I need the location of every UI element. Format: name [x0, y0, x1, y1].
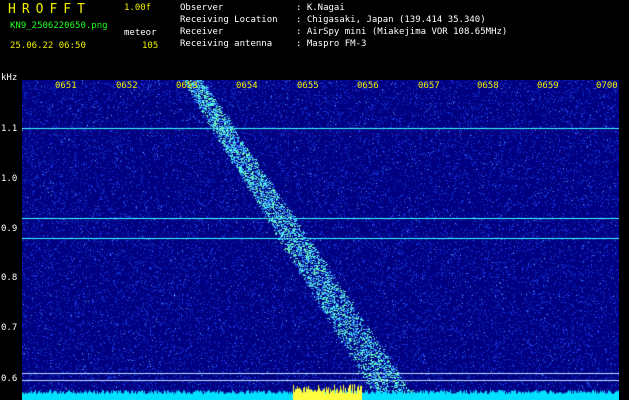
x-tick: 0653	[176, 81, 198, 91]
antenna-label: Receiving antenna	[180, 39, 273, 49]
location-label: Receiving Location	[180, 15, 278, 25]
x-tick: 0656	[357, 81, 379, 91]
x-tick: 0658	[477, 81, 499, 91]
filename-label: KN9_2506220650.png	[10, 21, 108, 31]
y-tick: 1.0	[1, 174, 18, 184]
y-tick: 0.6	[1, 374, 18, 384]
spectrogram-plot	[22, 80, 619, 400]
antenna-value: : Maspro FM-3	[296, 39, 367, 49]
y-tick: 1.1	[1, 124, 18, 134]
observer-label: Observer	[180, 3, 224, 13]
datetime-label: 25.06.22 06:50	[10, 41, 86, 51]
receiver-value: : AirSpy mini (Miakejima VOR 108.65MHz)	[296, 27, 508, 37]
observer-value: : K.Nagai	[296, 3, 345, 13]
y-tick: 0.8	[1, 273, 18, 283]
location-value: : Chigasaki, Japan (139.414 35.340)	[296, 15, 486, 25]
y-axis-unit: kHz	[1, 73, 18, 83]
y-tick: 0.7	[1, 323, 18, 333]
app-title: HROFFT	[8, 2, 91, 17]
x-tick: 0652	[116, 81, 138, 91]
x-tick: 0700	[596, 81, 618, 91]
x-tick: 0655	[297, 81, 319, 91]
x-tick: 0654	[236, 81, 258, 91]
x-tick: 0659	[537, 81, 559, 91]
receiver-label: Receiver	[180, 27, 224, 37]
spectrogram-canvas	[22, 80, 619, 400]
version-label: 1.00f	[124, 3, 152, 13]
count-label: 105	[142, 41, 159, 51]
x-tick: 0651	[55, 81, 77, 91]
x-tick: 0657	[418, 81, 440, 91]
spectrogram-window: HROFFT 1.00f KN9_2506220650.png meteor 2…	[0, 0, 629, 400]
y-tick: 0.9	[1, 224, 18, 234]
mode-label: meteor	[124, 28, 157, 38]
